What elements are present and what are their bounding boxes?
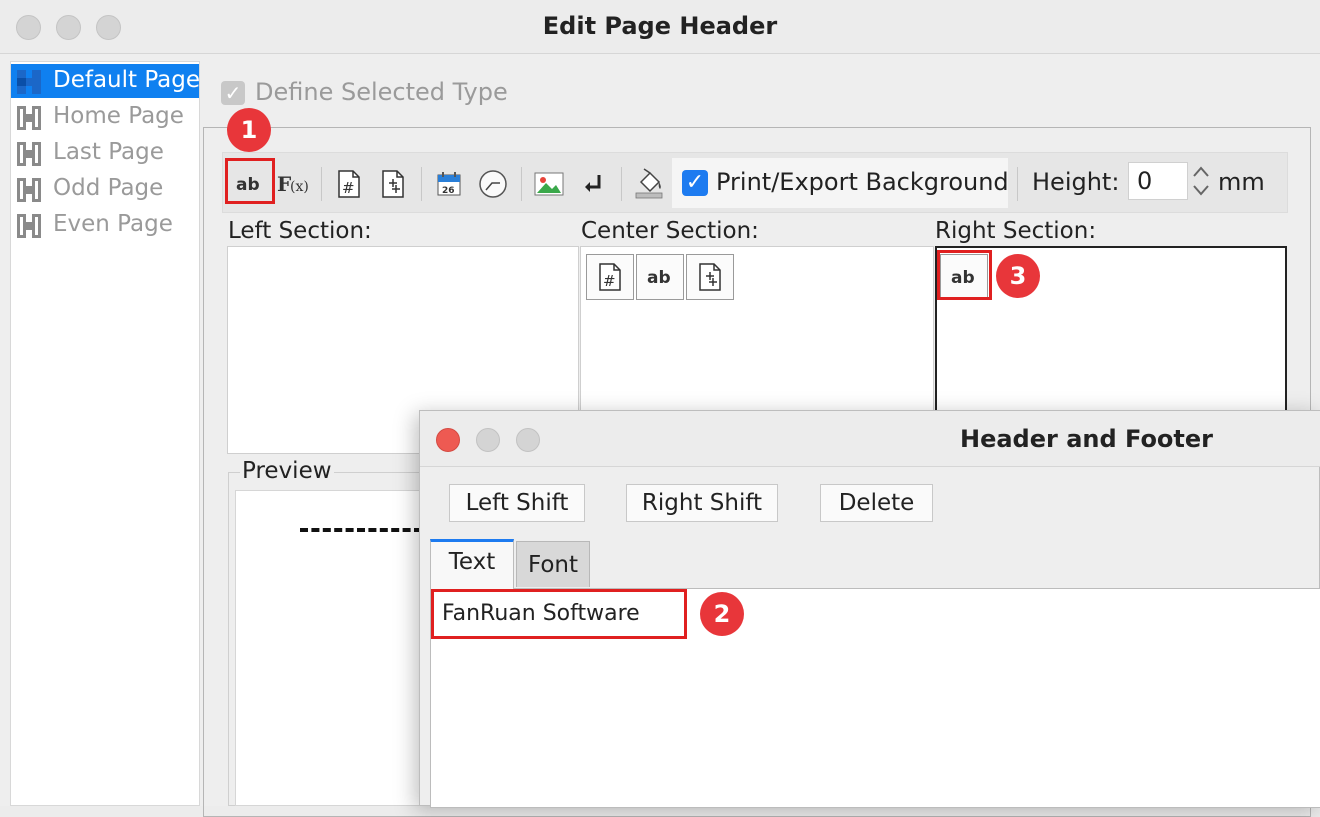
left-section-label: Left Section: bbox=[228, 218, 372, 244]
total-pages-icon bbox=[382, 170, 404, 198]
insert-image-button[interactable] bbox=[529, 165, 569, 203]
preview-canvas bbox=[235, 490, 425, 806]
dialog-minimize-button[interactable] bbox=[476, 428, 500, 452]
toolbar-separator bbox=[621, 167, 622, 201]
toolbar-separator bbox=[521, 167, 522, 201]
dialog-close-button[interactable] bbox=[436, 428, 460, 452]
page-type-icon bbox=[17, 178, 41, 202]
page-type-label: Odd Page bbox=[53, 175, 164, 201]
delete-button[interactable]: Delete bbox=[820, 484, 933, 522]
center-element-total-pages[interactable] bbox=[686, 254, 734, 300]
insert-date-button[interactable]: 26 bbox=[429, 165, 469, 203]
edit-page-header-window: Edit Page Header Default Page Home Page … bbox=[0, 0, 1320, 817]
preview-header-line bbox=[300, 528, 422, 532]
page-number-icon: # bbox=[599, 263, 621, 291]
right-shift-button[interactable]: Right Shift bbox=[626, 484, 778, 522]
clock-icon bbox=[479, 170, 507, 198]
height-spinner[interactable] bbox=[1188, 162, 1214, 200]
left-shift-button[interactable]: Left Shift bbox=[449, 484, 585, 522]
step-badge-3: 3 bbox=[996, 254, 1040, 298]
step-badge-2: 2 bbox=[700, 592, 744, 636]
page-type-label: Last Page bbox=[53, 139, 164, 165]
print-export-background-label: Print/Export Background bbox=[716, 168, 1009, 196]
toolbar-separator bbox=[321, 167, 322, 201]
page-number-icon: # bbox=[338, 170, 360, 198]
insert-formula-button[interactable]: F (x) bbox=[273, 165, 313, 203]
svg-text:26: 26 bbox=[442, 186, 455, 196]
print-export-background-checkbox[interactable]: ✓ bbox=[682, 170, 708, 196]
dialog-title: Header and Footer bbox=[960, 425, 1214, 453]
height-input[interactable]: 0 bbox=[1128, 162, 1188, 200]
page-type-home[interactable]: Home Page bbox=[11, 100, 199, 134]
text-ab-icon: ab bbox=[647, 268, 671, 288]
page-type-icon bbox=[17, 214, 41, 238]
dialog-title-bar: Header and Footer bbox=[420, 411, 1320, 467]
title-bar: Edit Page Header bbox=[0, 0, 1320, 54]
tab-font[interactable]: Font bbox=[516, 541, 590, 587]
define-selected-type-checkbox[interactable]: ✓ bbox=[221, 81, 245, 105]
svg-text:#: # bbox=[603, 272, 616, 290]
svg-text:ab: ab bbox=[647, 268, 671, 288]
formula-fx-icon: F (x) bbox=[277, 172, 309, 196]
highlight-right-text bbox=[937, 250, 992, 300]
page-type-icon bbox=[17, 106, 41, 130]
page-type-label: Default Page bbox=[53, 67, 201, 93]
calendar-icon: 26 bbox=[437, 172, 461, 196]
page-type-label: Home Page bbox=[53, 103, 184, 129]
page-type-odd[interactable]: Odd Page bbox=[11, 172, 199, 206]
page-type-list: Default Page Home Page Last Page Odd Pag… bbox=[10, 61, 200, 806]
center-section-label: Center Section: bbox=[581, 218, 759, 244]
step-badge-1: 1 bbox=[227, 108, 271, 152]
toolbar-separator bbox=[1017, 167, 1018, 201]
dialog-zoom-button[interactable] bbox=[516, 428, 540, 452]
page-type-even[interactable]: Even Page bbox=[11, 208, 199, 242]
svg-text:(x): (x) bbox=[290, 179, 309, 195]
page-type-label: Even Page bbox=[53, 211, 173, 237]
newline-icon bbox=[585, 175, 601, 192]
window-title: Edit Page Header bbox=[542, 12, 778, 40]
height-unit-label: mm bbox=[1218, 168, 1265, 196]
image-icon bbox=[534, 172, 564, 196]
insert-page-number-button[interactable]: # bbox=[329, 165, 369, 203]
highlight-text-value bbox=[431, 589, 687, 639]
page-type-last[interactable]: Last Page bbox=[11, 136, 199, 170]
page-type-icon bbox=[17, 70, 41, 94]
insert-time-button[interactable] bbox=[473, 165, 513, 203]
insert-total-pages-button[interactable] bbox=[373, 165, 413, 203]
insert-newline-button[interactable] bbox=[573, 165, 613, 203]
total-pages-icon bbox=[699, 263, 721, 291]
page-type-icon bbox=[17, 142, 41, 166]
svg-text:#: # bbox=[342, 179, 355, 197]
page-type-default[interactable]: Default Page bbox=[11, 64, 201, 98]
background-button[interactable] bbox=[629, 165, 669, 203]
height-label: Height: bbox=[1032, 168, 1120, 196]
spinner-arrows-icon bbox=[1193, 166, 1209, 196]
paint-bucket-icon bbox=[635, 168, 663, 199]
tab-text[interactable]: Text bbox=[430, 539, 514, 589]
right-section-label: Right Section: bbox=[935, 218, 1097, 244]
toolbar-separator bbox=[421, 167, 422, 201]
define-selected-type-label: Define Selected Type bbox=[255, 78, 508, 106]
center-element-text[interactable]: ab bbox=[636, 254, 684, 300]
highlight-insert-text bbox=[225, 158, 275, 204]
center-element-page-number[interactable]: # bbox=[586, 254, 634, 300]
preview-label: Preview bbox=[240, 458, 334, 484]
